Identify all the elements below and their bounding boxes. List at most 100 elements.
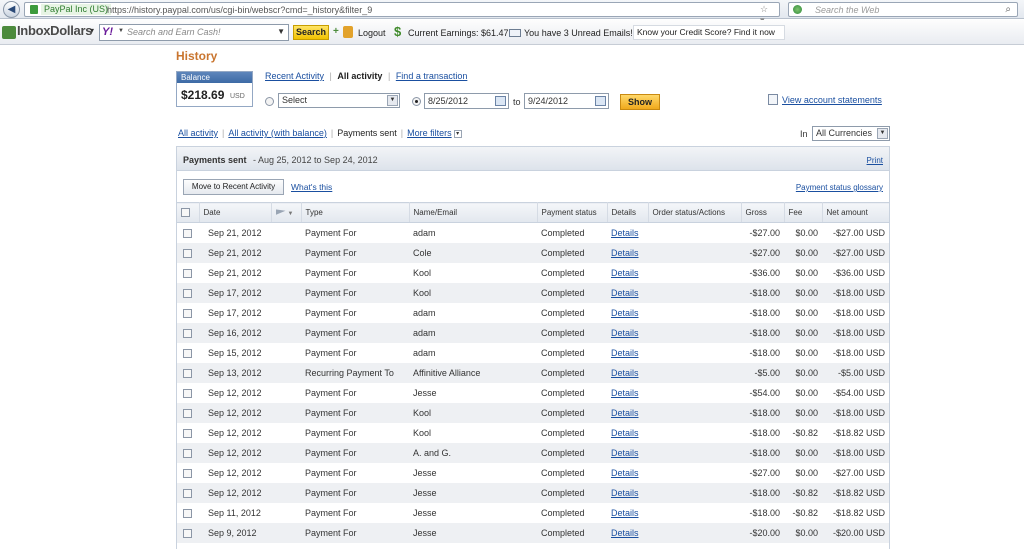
- details-link[interactable]: Details: [611, 368, 639, 378]
- header-select-all[interactable]: [177, 202, 200, 223]
- row-checkbox[interactable]: [183, 388, 192, 398]
- table-row[interactable]: Sep 17, 2012 Payment For Kool Completed Deta…: [177, 282, 889, 303]
- details-link[interactable]: Details: [611, 428, 639, 438]
- row-select-cell[interactable]: [177, 503, 199, 523]
- tab-recent-activity[interactable]: Recent Activity: [265, 71, 324, 81]
- row-select-cell[interactable]: [177, 362, 199, 383]
- chevron-down-icon[interactable]: ▼: [288, 211, 294, 217]
- web-search-box[interactable]: Search the Web ⌕: [788, 2, 1018, 17]
- filter-all-activity[interactable]: All activity: [178, 128, 218, 138]
- dropdown-arrow-icon[interactable]: ▼: [277, 27, 285, 36]
- table-row[interactable]: Sep 16, 2012 Payment For adam Completed Deta…: [177, 322, 889, 343]
- date-from-field[interactable]: 8/25/2012: [424, 93, 509, 109]
- header-payment-status[interactable]: Payment status: [537, 202, 608, 223]
- row-select-cell[interactable]: [177, 343, 199, 363]
- details-link[interactable]: Details: [611, 528, 639, 538]
- whats-this-link[interactable]: What's this: [291, 182, 332, 192]
- date-to-field[interactable]: 9/24/2012: [524, 93, 609, 109]
- row-checkbox[interactable]: [183, 428, 192, 438]
- header-flag[interactable]: ▼: [271, 202, 302, 223]
- table-row[interactable]: Sep 17, 2012 Payment For adam Completed Deta…: [177, 303, 889, 323]
- row-checkbox[interactable]: [183, 528, 192, 538]
- select-all-checkbox[interactable]: [181, 208, 190, 218]
- address-bar[interactable]: PayPal Inc (US) https://history.paypal.c…: [24, 2, 780, 36]
- tab-all-activity[interactable]: All activity: [337, 71, 382, 81]
- payment-status-glossary-link[interactable]: Payment status glossary: [796, 183, 883, 192]
- table-row[interactable]: Sep 11, 2012 Payment For Jesse Completed Det…: [177, 503, 889, 523]
- dropdown-arrow-icon[interactable]: ▼: [877, 128, 888, 139]
- row-select-cell[interactable]: [177, 383, 199, 403]
- url-text[interactable]: https://history.paypal.com/us/cgi-bin/we…: [107, 4, 372, 16]
- table-row[interactable]: Sep 12, 2012 Payment For Jesse Completed Det…: [177, 383, 889, 403]
- filter-more-filters[interactable]: More filters: [407, 128, 452, 138]
- header-name-email[interactable]: Name/Email: [409, 202, 538, 223]
- row-select-cell[interactable]: [177, 482, 199, 503]
- details-link[interactable]: Details: [611, 468, 639, 478]
- row-select-cell[interactable]: [177, 223, 199, 243]
- details-link[interactable]: Details: [611, 348, 639, 358]
- details-link[interactable]: Details: [611, 408, 639, 418]
- magnifier-icon[interactable]: ⌕: [1005, 4, 1011, 15]
- row-checkbox[interactable]: [183, 288, 192, 298]
- mail-icon[interactable]: [509, 29, 521, 37]
- table-row[interactable]: Sep 13, 2012 Recurring Payment To Affiniti…: [177, 362, 889, 383]
- table-row[interactable]: Sep 9, 2012 Payment For Jesse Completed Deta…: [177, 522, 889, 543]
- inboxdollars-logo[interactable]: InboxDollars: [17, 23, 92, 38]
- yahoo-search-input[interactable]: Search and Earn Cash!: [127, 27, 221, 37]
- details-link[interactable]: Details: [611, 308, 639, 318]
- details-link[interactable]: Details: [611, 448, 639, 458]
- row-select-cell[interactable]: [177, 442, 199, 463]
- row-checkbox[interactable]: [183, 328, 192, 338]
- row-select-cell[interactable]: [177, 303, 199, 323]
- chevron-down-icon[interactable]: ▾: [90, 26, 94, 35]
- search-engine-icon[interactable]: [793, 5, 802, 14]
- shopping-bag-icon[interactable]: [343, 26, 353, 38]
- move-to-recent-button[interactable]: Move to Recent Activity: [183, 179, 284, 195]
- table-row[interactable]: Sep 12, 2012 Payment For Jesse Completed Det…: [177, 482, 889, 503]
- chevron-down-icon[interactable]: ▼: [118, 28, 124, 34]
- filter-all-activity-balance[interactable]: All activity (with balance): [228, 128, 327, 138]
- back-button[interactable]: ◀: [3, 1, 20, 18]
- table-row[interactable]: Sep 21, 2012 Payment For Kool Completed Deta…: [177, 263, 889, 283]
- show-button[interactable]: Show: [620, 94, 660, 110]
- header-fee[interactable]: Fee: [784, 202, 823, 223]
- details-link[interactable]: Details: [611, 388, 639, 398]
- header-gross[interactable]: Gross: [741, 202, 785, 223]
- row-checkbox[interactable]: [183, 248, 192, 258]
- row-checkbox[interactable]: [183, 368, 192, 378]
- print-link[interactable]: Print: [867, 156, 883, 165]
- header-date[interactable]: Date: [199, 202, 272, 223]
- table-row[interactable]: Sep 12, 2012 Payment For Kool Completed Deta…: [177, 423, 889, 443]
- row-checkbox[interactable]: [183, 348, 192, 358]
- row-checkbox[interactable]: [183, 488, 192, 498]
- table-row[interactable]: Sep 21, 2012 Payment For Cole Completed Deta…: [177, 242, 889, 263]
- row-checkbox[interactable]: [183, 468, 192, 478]
- details-link[interactable]: Details: [611, 248, 639, 258]
- row-select-cell[interactable]: [177, 263, 199, 283]
- row-select-cell[interactable]: [177, 402, 199, 423]
- search-button[interactable]: Search: [293, 25, 329, 40]
- header-type[interactable]: Type: [301, 202, 410, 223]
- current-earnings[interactable]: Current Earnings: $61.47: [408, 28, 509, 38]
- date-range-radio[interactable]: [412, 97, 421, 106]
- row-select-cell[interactable]: [177, 242, 199, 263]
- table-row[interactable]: Sep 12, 2012 Payment For Kool Completed Deta…: [177, 402, 889, 423]
- site-identity[interactable]: PayPal Inc (US): [41, 4, 112, 15]
- table-row[interactable]: Sep 12, 2012 Payment For Jesse Completed Det…: [177, 463, 889, 483]
- dropdown-arrow-icon[interactable]: ▼: [387, 95, 398, 106]
- currency-select[interactable]: All Currencies ▼: [812, 126, 890, 141]
- calendar-icon[interactable]: [495, 96, 506, 106]
- row-checkbox[interactable]: [183, 268, 192, 278]
- logout-link[interactable]: Logout: [358, 28, 386, 38]
- unread-emails[interactable]: You have 3 Unread Emails!: [524, 28, 633, 38]
- row-select-cell[interactable]: [177, 282, 199, 303]
- row-select-cell[interactable]: [177, 322, 199, 343]
- flag-icon[interactable]: [275, 209, 286, 215]
- credit-score-banner[interactable]: Know your Credit Score? Find it now: [633, 25, 785, 40]
- details-link[interactable]: Details: [611, 508, 639, 518]
- row-checkbox[interactable]: [183, 228, 192, 238]
- row-checkbox[interactable]: [183, 308, 192, 318]
- details-link[interactable]: Details: [611, 328, 639, 338]
- tab-find-transaction[interactable]: Find a transaction: [396, 71, 468, 81]
- details-link[interactable]: Details: [611, 268, 639, 278]
